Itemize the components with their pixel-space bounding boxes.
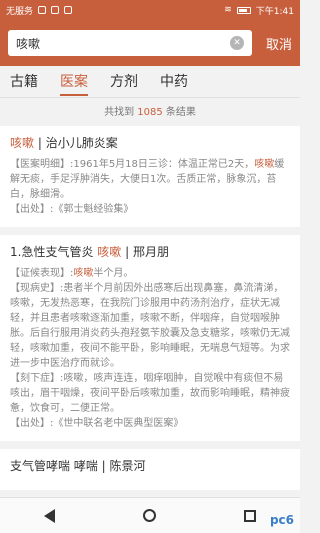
result-count-number: 1085: [137, 107, 163, 118]
back-icon[interactable]: [44, 508, 55, 523]
category-tabs: 古籍 医案 方剂 中药: [0, 66, 300, 98]
case-history: 【现病史】:患者半个月前因外出感寒后出现鼻塞，鼻流清涕，咳嗽，无发热恶寒，在我院…: [10, 283, 290, 369]
clock-text: 下午1:41: [255, 6, 294, 17]
search-input[interactable]: 咳嗽 ✕: [8, 30, 252, 56]
message-icon: [64, 6, 73, 14]
carrier-text: 无服务: [6, 6, 34, 17]
wifi-icon: ≋: [224, 5, 232, 15]
case-card[interactable]: 1.急性支气管炎 咳嗽 | 邢月朋 【证候表现】:咳嗽半个月。 【现病史】:患者…: [0, 235, 300, 441]
notification-icon: [38, 6, 47, 14]
search-bar: 咳嗽 ✕ 取消: [0, 20, 300, 66]
tab-cases[interactable]: 医案: [60, 66, 88, 98]
case-title[interactable]: 咳嗽 | 治小儿肺炎案: [10, 134, 290, 151]
search-query[interactable]: 咳嗽: [16, 35, 230, 52]
results-list: 咳嗽 | 治小儿肺炎案 【医案明细】:1961年5月18日三诊：体温正常已2天，…: [0, 126, 300, 497]
tab-herbs[interactable]: 中药: [160, 66, 188, 98]
app-notification-icon: [51, 6, 60, 14]
system-nav-bar: [0, 497, 300, 533]
recent-apps-icon[interactable]: [244, 509, 256, 522]
case-card[interactable]: 咳嗽 | 治小儿肺炎案 【医案明细】:1961年5月18日三诊：体温正常已2天，…: [0, 126, 300, 227]
cancel-button[interactable]: 取消: [252, 34, 292, 53]
case-title[interactable]: 1.急性支气管炎 咳嗽 | 邢月朋: [10, 243, 290, 260]
case-source: 【出处】:《世中联名老中医典型医案》: [10, 418, 184, 429]
clear-icon[interactable]: ✕: [230, 36, 244, 50]
result-count: 共找到 1085 条结果: [104, 107, 196, 118]
case-source: 【出处】:《郭士魁经验集》: [10, 204, 134, 215]
case-detail: 【医案明细】:1961年5月18日三诊：体温正常已2天，咳嗽缓解无痰，手足浮肿消…: [10, 159, 285, 200]
case-title[interactable]: 支气管哮喘 哮喘 | 陈景河: [10, 457, 290, 474]
tab-classics[interactable]: 古籍: [10, 66, 38, 98]
battery-icon: [236, 6, 251, 14]
status-bar: 无服务 ≋ 下午1:41: [0, 0, 300, 20]
watermark-logo: pc6: [269, 513, 294, 527]
case-symptoms: 【证候表现】:咳嗽半个月。: [10, 268, 134, 279]
home-icon[interactable]: [143, 509, 156, 522]
case-card[interactable]: 支气管哮喘 哮喘 | 陈景河: [0, 449, 300, 490]
tab-formulas[interactable]: 方剂: [110, 66, 138, 98]
case-current-symptoms: 【刻下症】:咳嗽，咳声连连，咽痒咽肿，自觉喉中有痰但不易咳出，眉干咽燥，夜间平卧…: [10, 373, 290, 414]
